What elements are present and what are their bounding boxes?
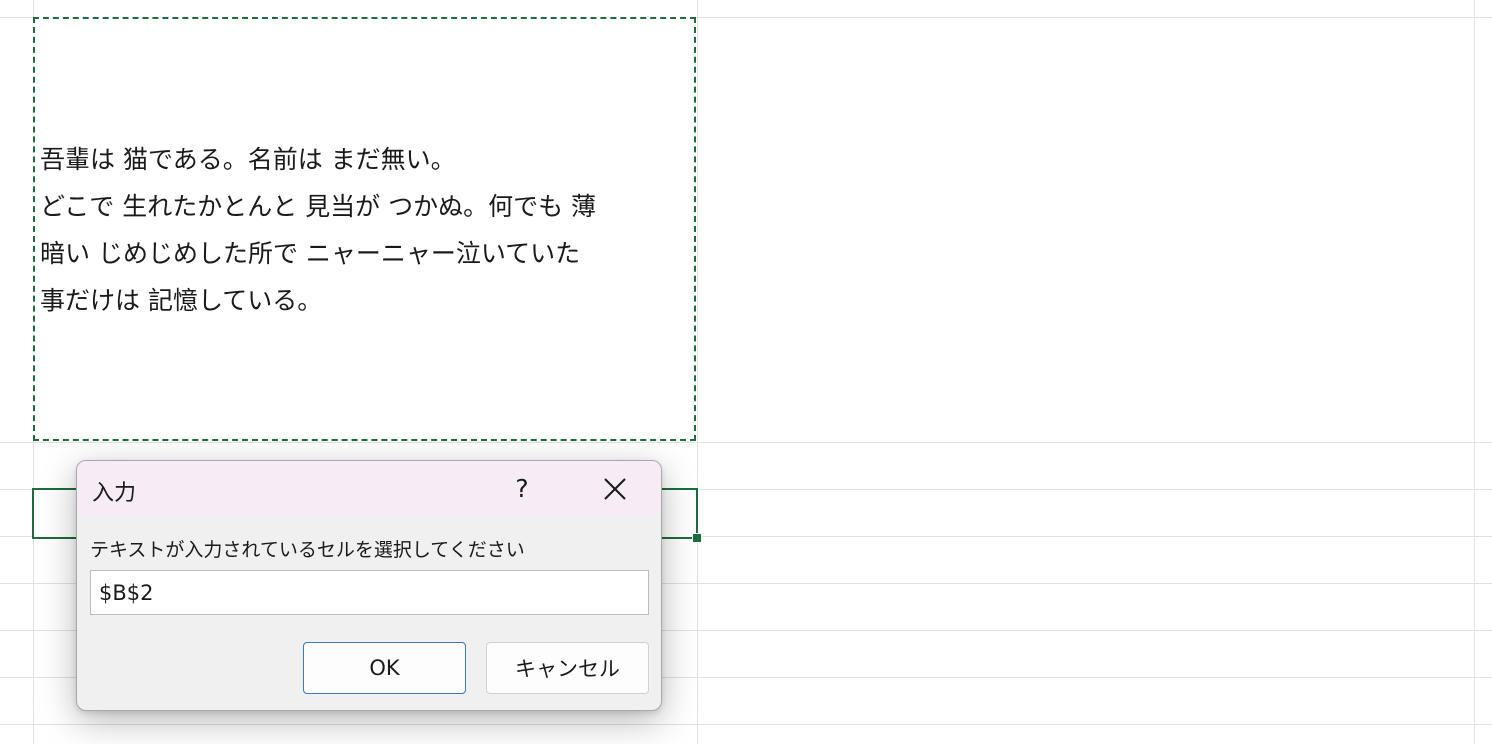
close-icon (604, 477, 626, 500)
dialog-titlebar[interactable]: 入力 ? (77, 461, 661, 516)
spreadsheet-grid[interactable]: 吾輩は 猫である。名前は まだ無い。 どこで 生れたかとんと 見当が つかぬ。何… (0, 0, 1492, 744)
close-button[interactable] (577, 461, 653, 516)
column-gridline (1474, 0, 1475, 744)
dialog-title: 入力 (92, 481, 137, 506)
row-gridline (0, 442, 1492, 443)
range-input-field[interactable] (90, 570, 649, 615)
help-button[interactable]: ? (487, 461, 557, 516)
row-gridline (0, 724, 1492, 725)
fill-handle[interactable] (692, 533, 702, 543)
cell-b2-text: 吾輩は 猫である。名前は まだ無い。 どこで 生れたかとんと 見当が つかぬ。何… (40, 145, 597, 315)
input-dialog: 入力 ? テキストが入力されているセルを選択してください OK キャンセル (76, 460, 662, 711)
dialog-prompt: テキストが入力されているセルを選択してください (90, 539, 525, 561)
column-gridline (697, 0, 698, 744)
ok-button[interactable]: OK (303, 642, 466, 694)
help-icon: ? (515, 474, 529, 503)
cancel-button[interactable]: キャンセル (486, 642, 649, 694)
